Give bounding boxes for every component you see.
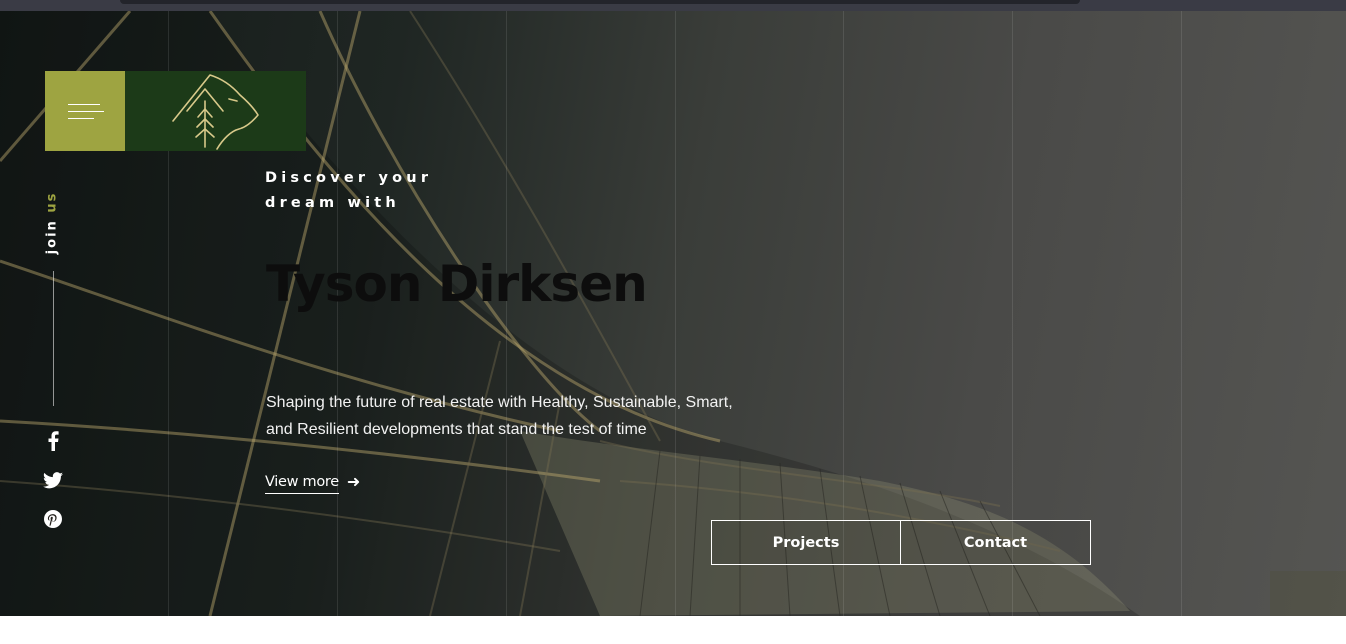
hero-section: join us Discover your dream with Tyson D… [0, 11, 1346, 616]
brand-logo[interactable] [125, 71, 306, 151]
grid-line [337, 11, 338, 616]
header-logo-bar [45, 71, 306, 151]
browser-tab-strip [120, 0, 1080, 4]
vertical-divider [53, 271, 54, 406]
view-more-link[interactable]: View more ➜ [265, 472, 360, 495]
twitter-icon [43, 471, 63, 488]
join-us-label: join us [45, 192, 60, 255]
hamburger-icon [68, 111, 104, 112]
eyebrow-line-1: Discover your [265, 170, 433, 186]
pinterest-icon [44, 510, 62, 528]
twitter-link[interactable] [42, 469, 64, 491]
pinterest-link[interactable] [42, 508, 64, 530]
arrow-right-icon: ➜ [346, 472, 361, 491]
hero-description: Shaping the future of real estate with H… [266, 394, 733, 438]
hamburger-icon [68, 104, 100, 105]
facebook-link[interactable] [42, 430, 64, 452]
eyebrow-line-2: dream with [265, 195, 400, 211]
browser-top-strip [0, 0, 1346, 11]
projects-button[interactable]: Projects [711, 520, 901, 565]
grid-line [1181, 11, 1182, 616]
grid-line [506, 11, 507, 616]
join-word: join [44, 219, 60, 255]
view-more-label: View more [265, 474, 339, 494]
hero-eyebrow: Discover your dream with [265, 166, 432, 216]
hero-title: Tyson Dirksen [266, 255, 648, 313]
facebook-icon [48, 431, 59, 451]
grid-line [675, 11, 676, 616]
menu-button[interactable] [45, 71, 125, 151]
us-word: us [44, 191, 60, 213]
contact-button[interactable]: Contact [901, 520, 1091, 565]
hero-button-group: Projects Contact [711, 520, 1091, 565]
hamburger-icon [68, 118, 94, 119]
join-us-link[interactable]: join us [30, 183, 74, 263]
lion-mountain-logo-icon [172, 74, 259, 150]
